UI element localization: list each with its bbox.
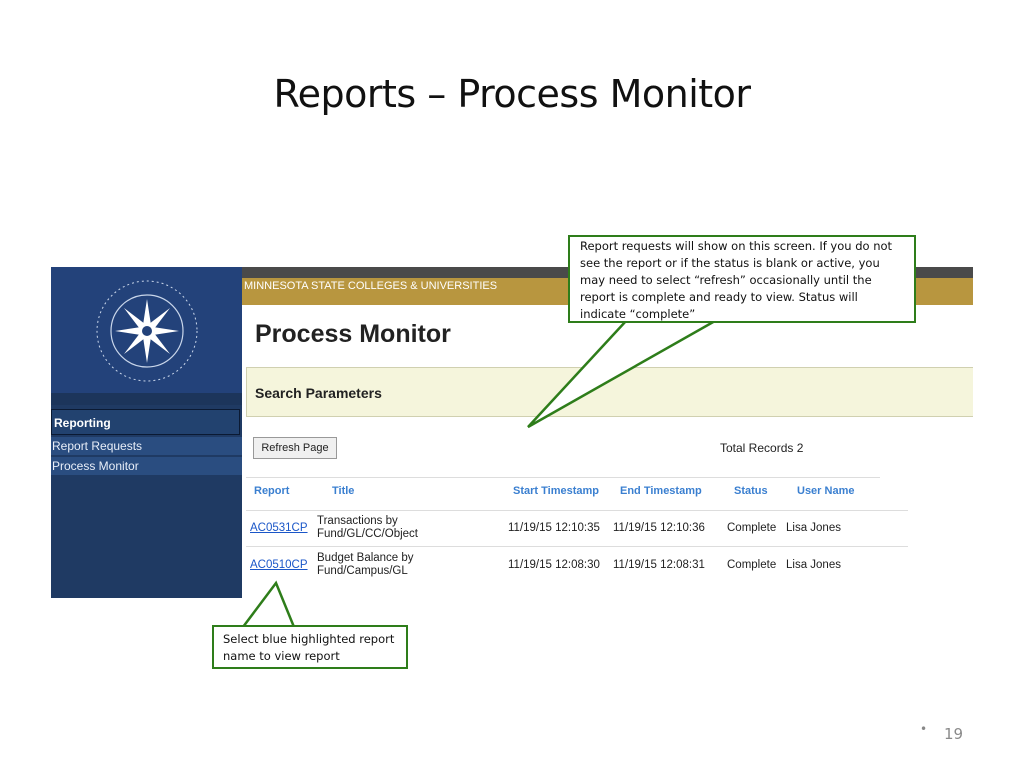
callout-refresh-instructions: Report requests will show on this screen…: [568, 235, 916, 323]
report-title-line: Fund/Campus/GL: [317, 565, 408, 577]
column-header-status[interactable]: Status: [734, 485, 768, 497]
page-number: 19: [944, 725, 964, 743]
report-title: Transactions by Fund/GL/CC/Object: [317, 515, 437, 541]
column-header-report[interactable]: Report: [254, 485, 289, 497]
report-link[interactable]: AC0510CP: [250, 559, 308, 571]
nav-item-report-requests[interactable]: Report Requests: [51, 437, 242, 455]
nav-header-reporting[interactable]: Reporting: [51, 409, 240, 435]
status-value: Complete: [727, 559, 777, 571]
end-timestamp: 11/19/15 12:10:36: [613, 522, 705, 534]
callout-select-report: Select blue highlighted report name to v…: [212, 625, 408, 669]
slide-title: Reports – Process Monitor: [273, 72, 751, 116]
bullet-marker: •: [920, 722, 928, 736]
search-parameters-section[interactable]: Search Parameters: [246, 367, 973, 417]
msu-seal-icon: [96, 280, 198, 382]
search-parameters-label: Search Parameters: [255, 385, 382, 401]
total-records: Total Records 2: [720, 441, 804, 455]
left-navigation: Reporting Report Requests Process Monito…: [51, 267, 242, 598]
refresh-page-button[interactable]: Refresh Page: [253, 437, 337, 459]
nav-separator: [51, 393, 242, 405]
row-divider: [246, 546, 908, 547]
column-header-end-timestamp[interactable]: End Timestamp: [620, 485, 702, 497]
nav-item-process-monitor[interactable]: Process Monitor: [51, 457, 242, 475]
report-link[interactable]: AC0531CP: [250, 522, 308, 534]
row-divider: [246, 510, 908, 511]
report-title-line: Budget Balance by: [317, 552, 414, 564]
report-title: Budget Balance by Fund/Campus/GL: [317, 552, 437, 578]
start-timestamp: 11/19/15 12:08:30: [508, 559, 600, 571]
status-value: Complete: [727, 522, 777, 534]
column-header-title[interactable]: Title: [332, 485, 354, 497]
user-name: Lisa Jones: [786, 559, 841, 571]
end-timestamp: 11/19/15 12:08:31: [613, 559, 705, 571]
logo-area: [51, 267, 242, 393]
start-timestamp: 11/19/15 12:10:35: [508, 522, 600, 534]
report-title-line: Fund/GL/CC/Object: [317, 528, 418, 540]
user-name: Lisa Jones: [786, 522, 841, 534]
table-header-divider: [246, 477, 880, 478]
report-title-line: Transactions by: [317, 515, 398, 527]
page-title: Process Monitor: [255, 320, 451, 348]
column-header-start-timestamp[interactable]: Start Timestamp: [513, 485, 599, 497]
column-header-user-name[interactable]: User Name: [797, 485, 854, 497]
